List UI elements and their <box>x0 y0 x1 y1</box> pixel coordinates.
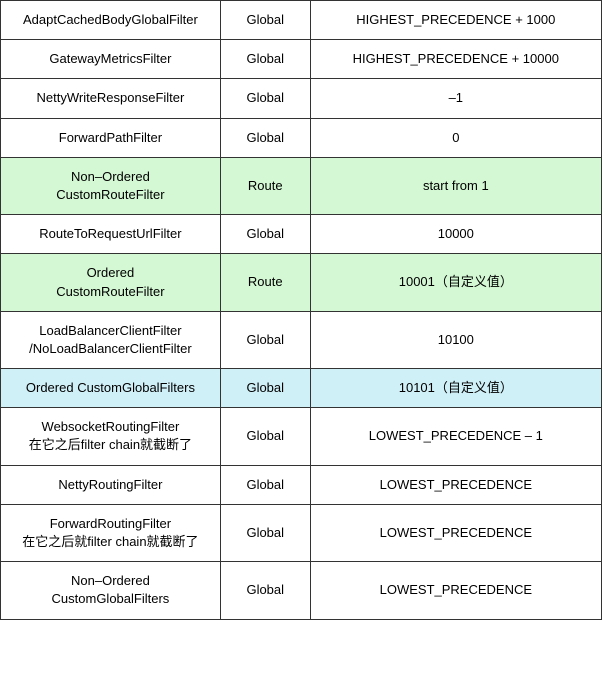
filter-order: LOWEST_PRECEDENCE <box>310 562 601 619</box>
filter-name: WebsocketRoutingFilter 在它之后filter chain就… <box>1 408 221 465</box>
filter-scope: Global <box>220 79 310 118</box>
filter-name: NettyRoutingFilter <box>1 465 221 504</box>
filter-scope: Global <box>220 504 310 561</box>
filter-order: 10001（自定义值） <box>310 254 601 311</box>
filter-name: ForwardPathFilter <box>1 118 221 157</box>
filter-scope: Global <box>220 465 310 504</box>
table-row: WebsocketRoutingFilter 在它之后filter chain就… <box>1 408 602 465</box>
table-row: NettyWriteResponseFilterGlobal–1 <box>1 79 602 118</box>
filter-scope: Route <box>220 254 310 311</box>
table-row: Non–Ordered CustomGlobalFiltersGlobalLOW… <box>1 562 602 619</box>
filter-scope: Route <box>220 157 310 214</box>
filter-name: Ordered CustomGlobalFilters <box>1 369 221 408</box>
filter-name: GatewayMetricsFilter <box>1 40 221 79</box>
filter-order: 10100 <box>310 311 601 368</box>
filter-name: Ordered CustomRouteFilter <box>1 254 221 311</box>
filter-scope: Global <box>220 311 310 368</box>
table-row: ForwardRoutingFilter 在它之后就filter chain就截… <box>1 504 602 561</box>
filter-order: 0 <box>310 118 601 157</box>
table-row: AdaptCachedBodyGlobalFilterGlobalHIGHEST… <box>1 1 602 40</box>
filter-order: 10101（自定义值） <box>310 369 601 408</box>
table-row: GatewayMetricsFilterGlobalHIGHEST_PRECED… <box>1 40 602 79</box>
filter-scope: Global <box>220 118 310 157</box>
filter-scope: Global <box>220 408 310 465</box>
filter-scope: Global <box>220 215 310 254</box>
filter-scope: Global <box>220 1 310 40</box>
filter-scope: Global <box>220 40 310 79</box>
filter-name: LoadBalancerClientFilter /NoLoadBalancer… <box>1 311 221 368</box>
filter-order: LOWEST_PRECEDENCE <box>310 465 601 504</box>
filter-name: AdaptCachedBodyGlobalFilter <box>1 1 221 40</box>
filter-order: HIGHEST_PRECEDENCE + 10000 <box>310 40 601 79</box>
filter-name: Non–Ordered CustomGlobalFilters <box>1 562 221 619</box>
table-row: ForwardPathFilterGlobal0 <box>1 118 602 157</box>
filter-order: 10000 <box>310 215 601 254</box>
filter-order: –1 <box>310 79 601 118</box>
table-row: NettyRoutingFilterGlobalLOWEST_PRECEDENC… <box>1 465 602 504</box>
filter-name: RouteToRequestUrlFilter <box>1 215 221 254</box>
table-row: RouteToRequestUrlFilterGlobal10000 <box>1 215 602 254</box>
filter-name: Non–Ordered CustomRouteFilter <box>1 157 221 214</box>
filter-name: NettyWriteResponseFilter <box>1 79 221 118</box>
table-row: LoadBalancerClientFilter /NoLoadBalancer… <box>1 311 602 368</box>
filter-name: ForwardRoutingFilter 在它之后就filter chain就截… <box>1 504 221 561</box>
table-row: Non–Ordered CustomRouteFilterRoutestart … <box>1 157 602 214</box>
filter-scope: Global <box>220 562 310 619</box>
filter-order: HIGHEST_PRECEDENCE + 1000 <box>310 1 601 40</box>
filter-order: LOWEST_PRECEDENCE – 1 <box>310 408 601 465</box>
filter-order: LOWEST_PRECEDENCE <box>310 504 601 561</box>
filter-order: start from 1 <box>310 157 601 214</box>
filter-scope: Global <box>220 369 310 408</box>
filter-table: AdaptCachedBodyGlobalFilterGlobalHIGHEST… <box>0 0 602 620</box>
table-row: Ordered CustomGlobalFiltersGlobal10101（自… <box>1 369 602 408</box>
table-row: Ordered CustomRouteFilterRoute10001（自定义值… <box>1 254 602 311</box>
